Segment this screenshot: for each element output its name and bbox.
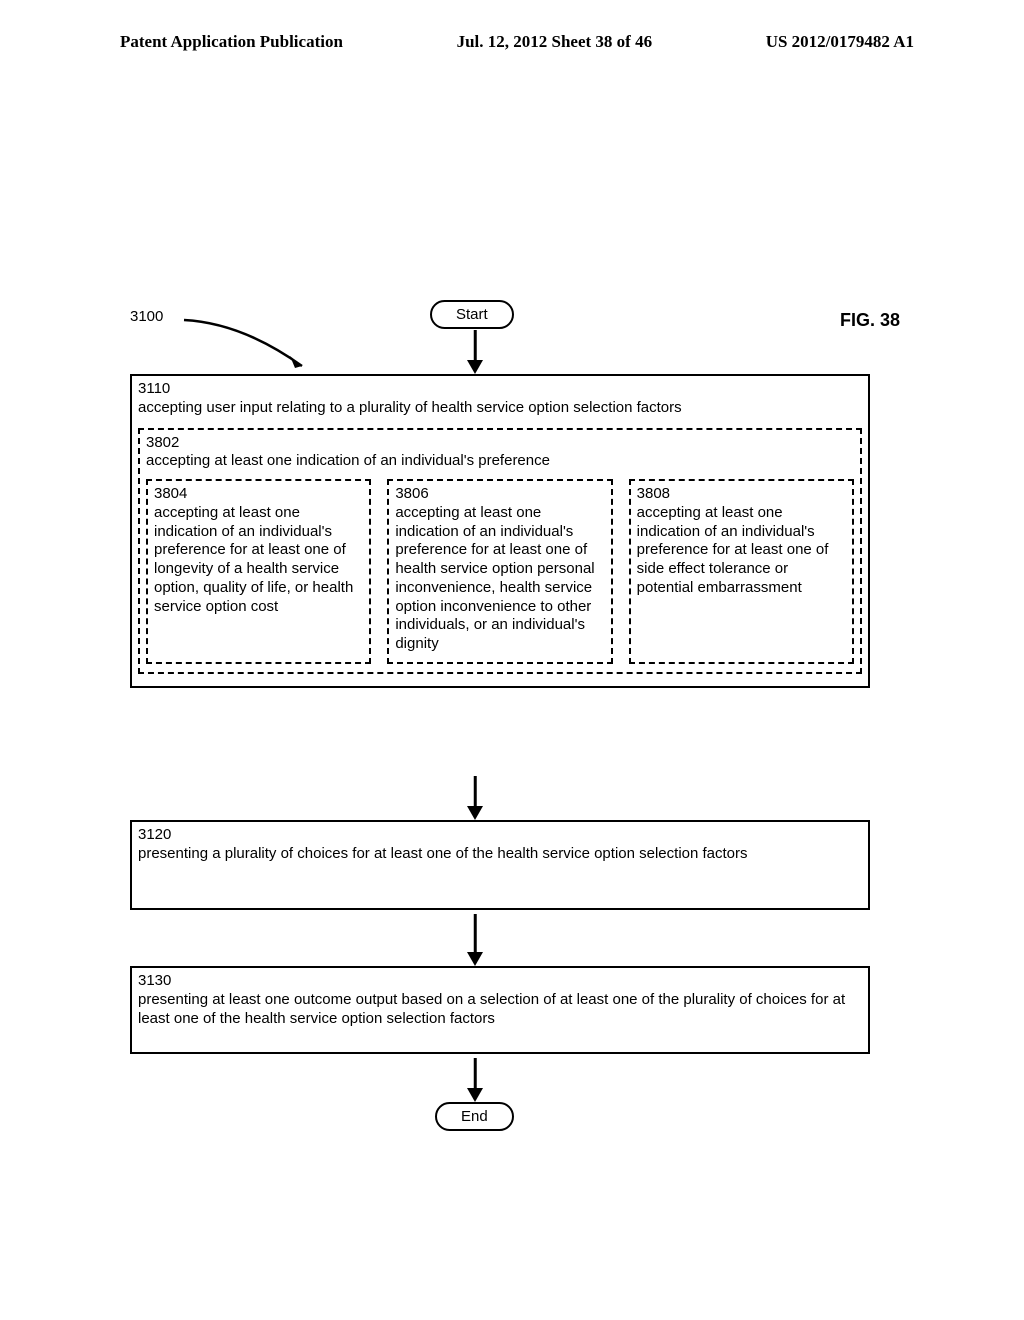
end-label: End bbox=[461, 1108, 488, 1125]
text-3120: presenting a plurality of choices for at… bbox=[138, 845, 862, 864]
page-header: Patent Application Publication Jul. 12, … bbox=[0, 0, 1024, 52]
lead-line-3100 bbox=[182, 318, 332, 378]
box-3110: 3110 accepting user input relating to a … bbox=[130, 374, 870, 688]
ref-3804: 3804 bbox=[154, 485, 363, 504]
ref-3130: 3130 bbox=[138, 972, 862, 991]
ref-3806: 3806 bbox=[395, 485, 604, 504]
start-node: Start bbox=[430, 300, 514, 329]
ref-3808: 3808 bbox=[637, 485, 846, 504]
header-left: Patent Application Publication bbox=[120, 32, 343, 52]
text-3130: presenting at least one outcome output b… bbox=[138, 991, 862, 1029]
ref-3802: 3802 bbox=[146, 434, 854, 453]
ref-3100: 3100 bbox=[130, 308, 163, 325]
ref-3120: 3120 bbox=[138, 826, 862, 845]
box-3804: 3804 accepting at least one indication o… bbox=[146, 479, 371, 664]
header-center: Jul. 12, 2012 Sheet 38 of 46 bbox=[457, 32, 653, 52]
box-3806: 3806 accepting at least one indication o… bbox=[387, 479, 612, 664]
box-3808: 3808 accepting at least one indication o… bbox=[629, 479, 854, 664]
text-3804: accepting at least one indication of an … bbox=[154, 504, 363, 617]
end-node: End bbox=[435, 1102, 514, 1131]
text-3808: accepting at least one indication of an … bbox=[637, 504, 846, 598]
header-right: US 2012/0179482 A1 bbox=[766, 32, 914, 52]
figure-label: FIG. 38 bbox=[840, 310, 900, 331]
box-3120: 3120 presenting a plurality of choices f… bbox=[130, 820, 870, 910]
start-label: Start bbox=[456, 306, 488, 323]
box-3802: 3802 accepting at least one indication o… bbox=[138, 428, 862, 674]
ref-3110: 3110 bbox=[138, 380, 862, 399]
text-3806: accepting at least one indication of an … bbox=[395, 504, 604, 654]
row-3804-3806-3808: 3804 accepting at least one indication o… bbox=[146, 479, 854, 664]
text-3110: accepting user input relating to a plura… bbox=[138, 399, 862, 418]
box-3130: 3130 presenting at least one outcome out… bbox=[130, 966, 870, 1054]
text-3802: accepting at least one indication of an … bbox=[146, 452, 854, 471]
